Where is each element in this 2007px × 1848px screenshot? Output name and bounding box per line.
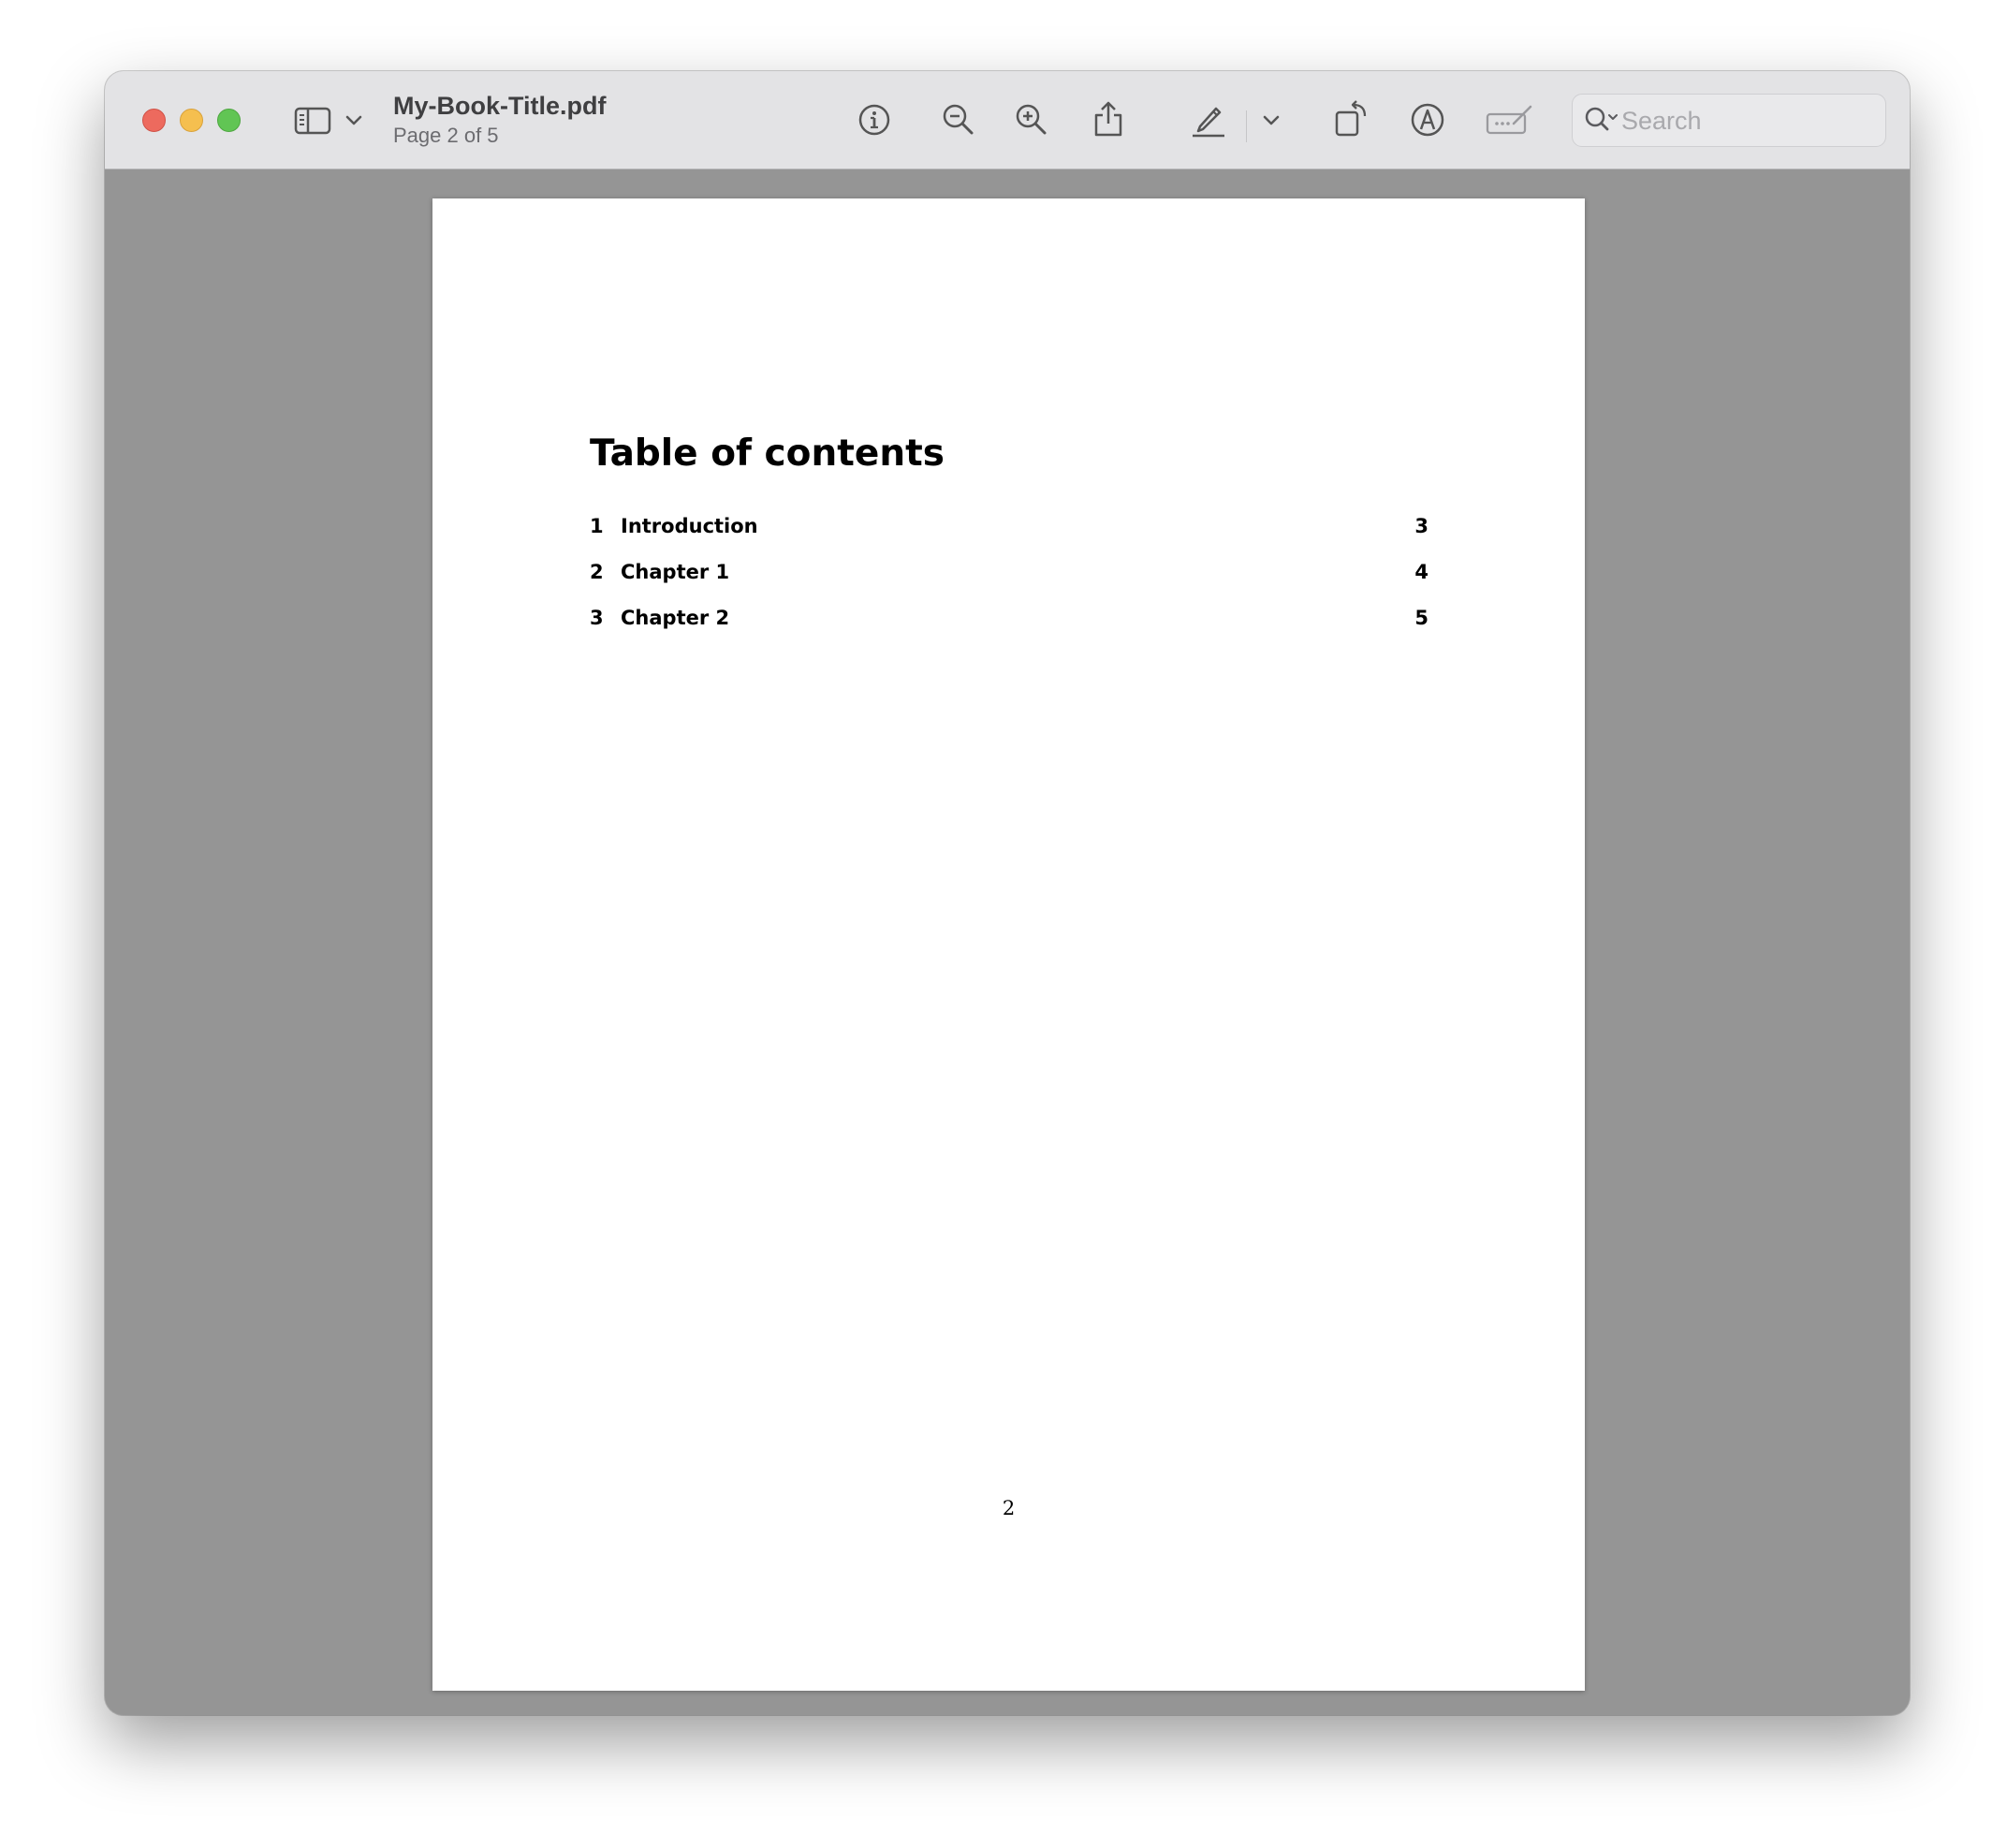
chevron-down-icon (1263, 115, 1280, 126)
zoom-in-button[interactable] (1013, 101, 1050, 139)
page-indicator: Page 2 of 5 (393, 124, 499, 147)
markup-button[interactable] (1408, 100, 1447, 139)
rotate-button[interactable] (1331, 97, 1372, 140)
close-button[interactable] (142, 109, 166, 132)
minimize-button[interactable] (180, 109, 203, 132)
rotate-icon (1333, 99, 1370, 139)
toc-entry[interactable]: 2 Chapter 1 4 (590, 561, 1428, 598)
info-button[interactable] (856, 101, 893, 139)
search-input[interactable] (1621, 104, 1874, 138)
document-title: My-Book-Title.pdf (393, 92, 607, 120)
toc-entry-number: 1 (590, 515, 604, 537)
highlight-pen-icon (1191, 100, 1226, 138)
pdf-page: Table of contents 1 Introduction 3 2 Cha… (432, 198, 1585, 1691)
maximize-button[interactable] (217, 109, 241, 132)
toc-entry-page: 5 (1414, 607, 1428, 629)
toolbar-divider (1246, 110, 1247, 142)
markup-icon (1410, 102, 1445, 138)
highlight-button[interactable] (1189, 98, 1228, 139)
toc-entry-number: 2 (590, 561, 604, 583)
toc-entry[interactable]: 1 Introduction 3 (590, 515, 1428, 552)
signature-button[interactable] (1485, 99, 1535, 140)
search-icon (1584, 106, 1621, 140)
zoom-out-icon (941, 102, 976, 138)
search-field[interactable] (1572, 94, 1886, 147)
share-icon (1092, 100, 1124, 138)
toc-entry-page: 3 (1414, 515, 1428, 537)
toc-entry-label: Chapter 2 (621, 607, 730, 629)
titlebar: My-Book-Title.pdf Page 2 of 5 (105, 71, 1910, 169)
sidebar-toggle-button[interactable] (292, 102, 333, 139)
toc-heading: Table of contents (590, 433, 945, 475)
toc-entry-label: Chapter 1 (621, 561, 730, 583)
zoom-in-icon (1014, 102, 1049, 138)
toc-entry-number: 3 (590, 607, 604, 629)
page-footer-number: 2 (1002, 1497, 1016, 1519)
toc-entry-label: Introduction (621, 515, 758, 537)
toc-entry-page: 4 (1414, 561, 1428, 583)
zoom-out-button[interactable] (940, 101, 977, 139)
share-button[interactable] (1090, 98, 1127, 139)
sidebar-menu-button[interactable] (343, 109, 365, 133)
sidebar-icon (294, 107, 331, 135)
preview-window: My-Book-Title.pdf Page 2 of 5 Search Tab… (105, 71, 1910, 1715)
toc-entry[interactable]: 3 Chapter 2 5 (590, 607, 1428, 644)
info-icon (857, 103, 891, 137)
chevron-down-icon (345, 115, 362, 126)
highlight-options-button[interactable] (1260, 109, 1282, 133)
signature-icon (1486, 101, 1534, 139)
